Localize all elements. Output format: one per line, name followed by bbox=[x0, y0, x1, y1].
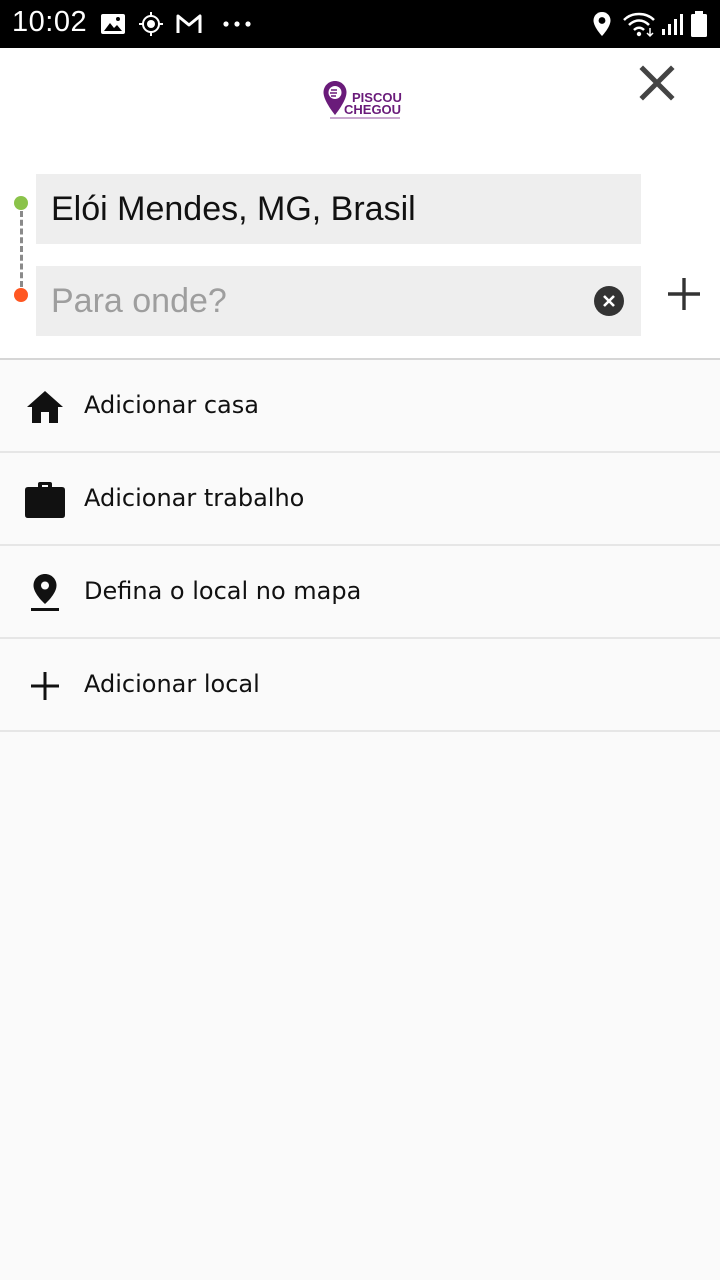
clear-icon bbox=[603, 295, 615, 307]
shortcut-label: Adicionar local bbox=[84, 670, 260, 698]
app-logo: PISCOU CHEGOU bbox=[322, 78, 404, 122]
status-time: 10:02 bbox=[12, 6, 88, 38]
logo-text-line2: CHEGOU bbox=[344, 102, 402, 117]
origin-marker bbox=[14, 196, 28, 210]
shortcut-list: Adicionar casa Adicionar trabalho Defina… bbox=[0, 360, 720, 732]
map-pin-icon bbox=[22, 572, 68, 614]
logo-tagline-mark bbox=[330, 117, 400, 119]
plus-icon bbox=[668, 278, 700, 310]
origin-value: Elói Mendes, MG, Brasil bbox=[51, 189, 416, 228]
shortcut-add-place[interactable]: Adicionar local bbox=[0, 639, 720, 732]
more-dots-icon bbox=[222, 0, 252, 48]
gmail-icon bbox=[175, 0, 203, 48]
destination-field[interactable] bbox=[36, 266, 641, 336]
search-panel: PISCOU CHEGOU Elói Mendes, MG, Brasil bbox=[0, 48, 720, 360]
wifi-icon bbox=[622, 0, 656, 48]
destination-marker bbox=[14, 288, 28, 302]
clear-destination-button[interactable] bbox=[594, 286, 624, 316]
plus-icon bbox=[22, 665, 68, 707]
battery-icon bbox=[690, 0, 708, 48]
destination-input[interactable] bbox=[51, 281, 571, 321]
location-pin-icon bbox=[592, 0, 612, 48]
signal-icon bbox=[660, 0, 686, 48]
close-button[interactable] bbox=[634, 60, 680, 106]
status-bar: 10:02 bbox=[0, 0, 720, 48]
shortcut-add-home[interactable]: Adicionar casa bbox=[0, 360, 720, 453]
shortcut-label: Adicionar casa bbox=[84, 391, 259, 419]
close-icon bbox=[639, 65, 675, 101]
shortcut-set-on-map[interactable]: Defina o local no mapa bbox=[0, 546, 720, 639]
image-icon bbox=[100, 0, 126, 48]
home-icon bbox=[22, 386, 68, 428]
route-connector bbox=[19, 211, 23, 287]
shortcut-add-work[interactable]: Adicionar trabalho bbox=[0, 453, 720, 546]
location-target-icon bbox=[138, 0, 164, 48]
add-stop-button[interactable] bbox=[662, 272, 706, 316]
shortcut-label: Defina o local no mapa bbox=[84, 577, 362, 605]
origin-field[interactable]: Elói Mendes, MG, Brasil bbox=[36, 174, 641, 244]
briefcase-icon bbox=[22, 479, 68, 521]
shortcut-label: Adicionar trabalho bbox=[84, 484, 305, 512]
